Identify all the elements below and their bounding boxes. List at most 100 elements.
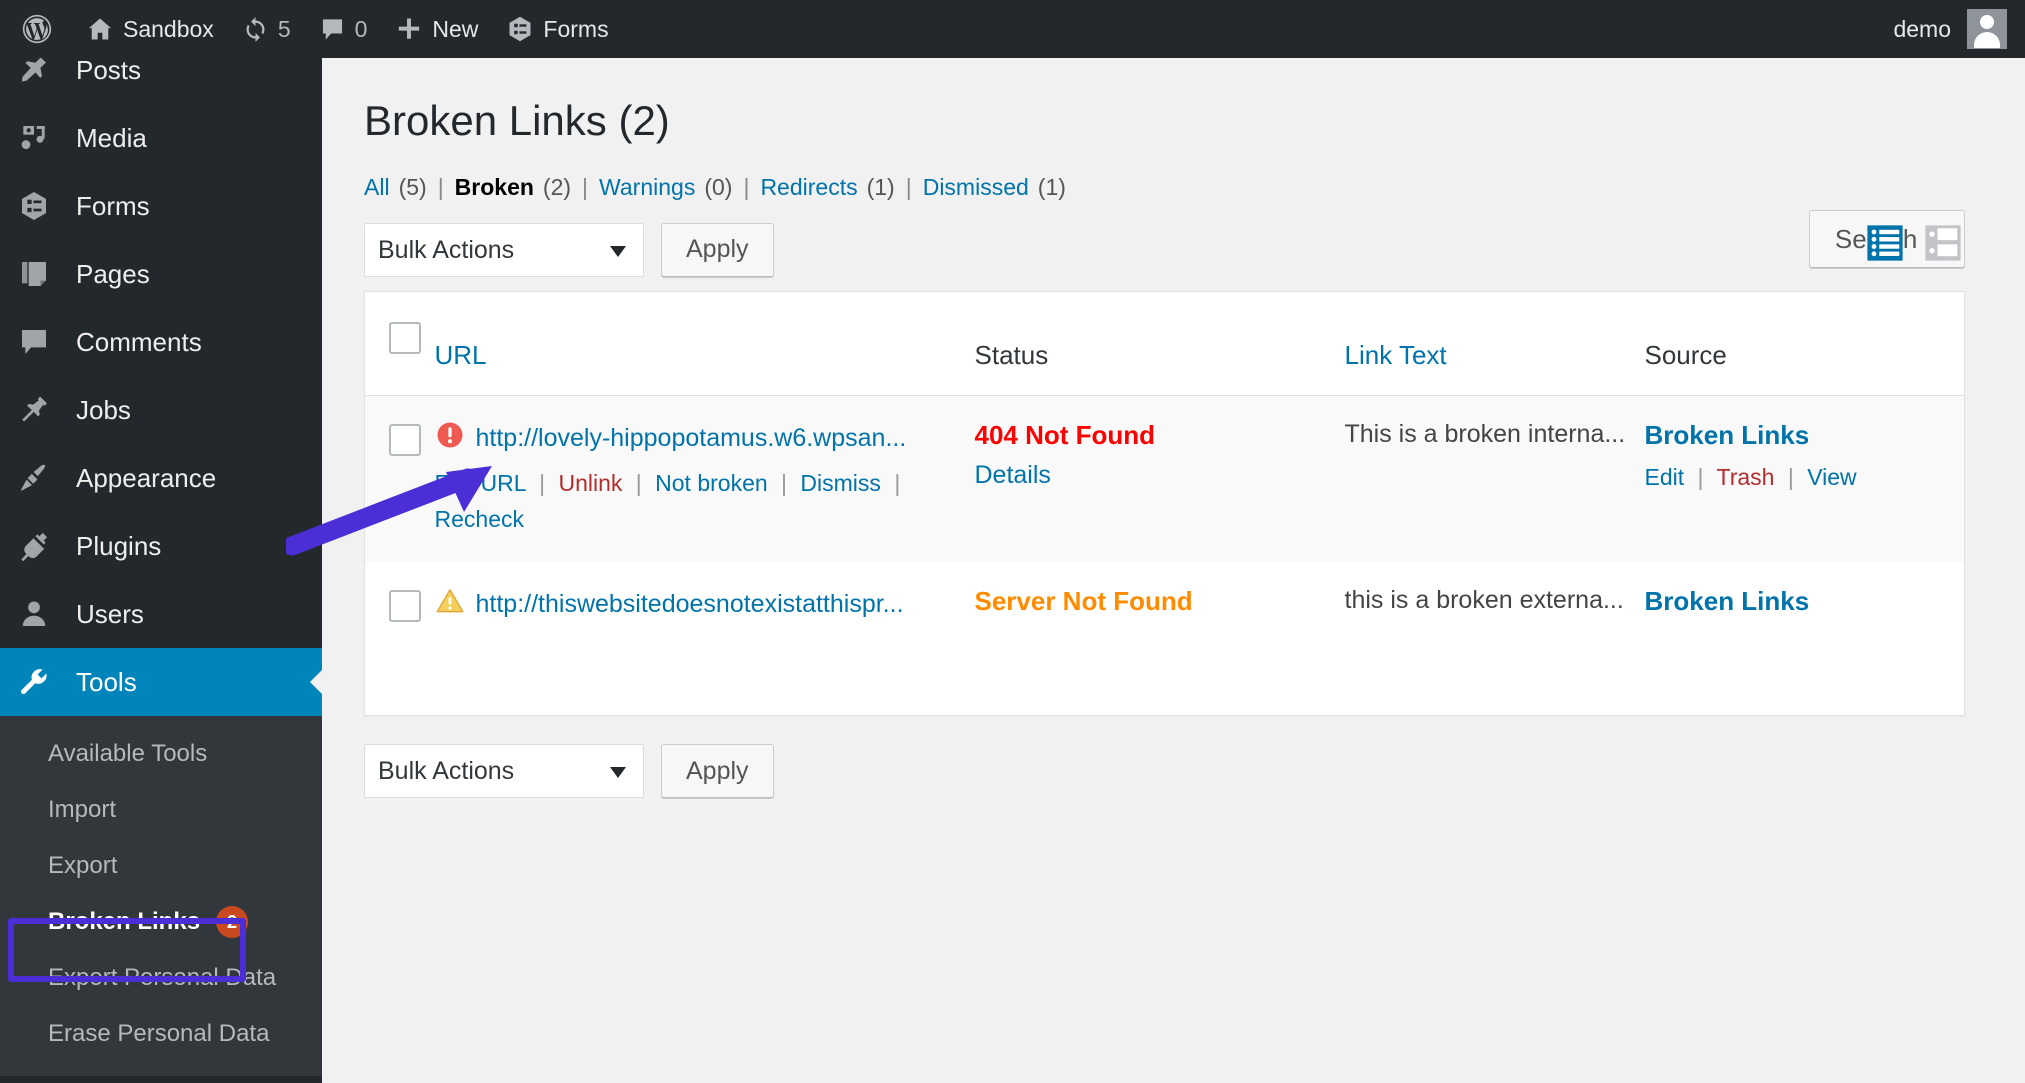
filter-separator: | [437,173,444,200]
table-header-row: URL Status Link Text Source [364,291,1965,396]
select-all-checkbox[interactable] [389,321,421,354]
excerpt-view-icon[interactable] [1921,221,1965,265]
sidebar-item-forms[interactable]: Forms [0,172,322,240]
source-action-separator: | [1697,463,1704,490]
comment-bubble-icon [319,16,346,43]
new-content-label: New [432,15,479,42]
filter-count-all: (5) [398,173,427,200]
error-icon [435,420,465,457]
sidebar-item-comments[interactable]: Comments [0,308,322,376]
filter-link-dismissed[interactable]: Dismissed [923,174,1029,201]
apply-button-top[interactable]: Apply [661,222,774,277]
new-content-menu[interactable]: New [381,0,492,58]
row-action-not-broken[interactable]: Not broken [655,470,768,496]
sidebar-item-jobs[interactable]: Jobs [0,376,322,444]
bulk-actions-select-top[interactable]: Bulk Actions [364,222,644,277]
forms-menu[interactable]: Forms [492,0,622,58]
user-icon [14,598,54,630]
my-account-menu[interactable]: demo [1893,9,2025,49]
admin-bar: Sandbox 5 0 New Forms demo [0,0,2025,58]
sidebar-item-export[interactable]: Export [0,838,322,894]
site-name-menu[interactable]: Sandbox [72,0,228,58]
table-head: URL Status Link Text Source [364,291,1965,396]
column-header-url: URL [434,291,975,396]
sidebar-item-export-personal-data[interactable]: Export Personal Data [0,950,322,1006]
row-checkbox[interactable] [389,423,421,456]
status-details: Details [975,461,1345,490]
sidebar-item-label: Forms [76,190,150,221]
forms-icon [14,190,54,222]
comment-bubble-icon [14,326,54,358]
row-status-cell: Server Not Found [975,562,1345,716]
sidebar-item-available-tools[interactable]: Available Tools [0,726,322,782]
filter-separator: | [905,173,912,200]
row-url-link[interactable]: http://thiswebsitedoesnotexistatthispr..… [476,590,904,619]
row-url-link[interactable]: http://lovely-hippopotamus.w6.wpsan... [476,424,907,453]
sidebar-item-erase-personal-data[interactable]: Erase Personal Data [0,1006,322,1062]
sidebar-item-import[interactable]: Import [0,782,322,838]
sidebar-item-users[interactable]: Users [0,580,322,648]
sidebar-item-appearance[interactable]: Appearance [0,444,322,512]
select-all-header [364,291,435,396]
plus-icon [395,15,423,43]
row-action-separator: | [539,469,546,496]
source-action-separator: | [1787,463,1794,490]
source-action-edit[interactable]: Edit [1645,464,1685,490]
filter-link-warnings[interactable]: Warnings [599,174,695,201]
media-icon [14,122,54,154]
updates-count: 5 [277,15,291,42]
sort-link-url[interactable]: URL [435,340,487,370]
details-link[interactable]: Details [975,461,1051,489]
row-status-cell: 404 Not Found Details [974,395,1345,563]
avatar [1967,9,2007,49]
row-checkbox[interactable] [389,590,421,623]
column-header-source: Source [1644,291,1965,396]
table-body: http://lovely-hippopotamus.w6.wpsan... E… [364,395,1965,716]
source-title-link[interactable]: Broken Links [1645,420,1810,450]
updates-menu[interactable]: 5 [228,0,305,58]
wrench-icon [14,666,54,698]
filter-link-all[interactable]: All [364,174,390,201]
column-header-link-text: Link Text [1344,291,1645,396]
source-title-link[interactable]: Broken Links [1645,586,1810,616]
wordpress-logo-icon [20,12,54,46]
submenu-item-label: Import [48,796,117,823]
site-name-label: Sandbox [123,15,214,42]
sidebar-item-label: Comments [76,326,202,357]
sidebar-item-plugins[interactable]: Plugins [0,512,322,580]
filter-count-redirects: (1) [866,173,895,200]
row-action-unlink[interactable]: Unlink [558,470,622,496]
sort-link-link-text[interactable]: Link Text [1345,340,1447,370]
sidebar-item-broken-links[interactable]: Broken Links 2 [0,894,322,950]
row-action-dismiss[interactable]: Dismiss [800,470,881,496]
list-view-icon[interactable] [1863,221,1907,265]
table-row: http://lovely-hippopotamus.w6.wpsan... E… [364,395,1965,563]
row-link-text-cell: This is a broken interna... [1344,395,1645,563]
column-header-status-label: Status [974,339,1049,370]
filter-separator: | [582,173,589,200]
pages-icon [14,258,54,290]
wordpress-logo-button[interactable] [0,0,72,58]
sidebar-item-pages[interactable]: Pages [0,240,322,308]
source-action-view[interactable]: View [1807,464,1856,490]
sidebar-item-tools[interactable]: Tools [0,648,323,716]
forms-label: Forms [543,15,609,42]
submenu-item-label: Broken Links [48,908,201,935]
sidebar-item-label: Posts [76,54,142,85]
apply-button-bottom[interactable]: Apply [661,744,774,799]
row-source-cell: Broken Links Edit | Trash | View [1644,395,1965,563]
row-action-recheck[interactable]: Recheck [435,506,524,532]
forms-icon [506,15,534,43]
row-action-edit-url[interactable]: Edit URL [435,470,526,496]
comments-menu[interactable]: 0 [305,0,382,58]
main-content: Broken Links (2) Search » All (5) | Brok… [322,58,2025,1083]
sidebar-item-media[interactable]: Media [0,104,322,172]
source-action-trash[interactable]: Trash [1717,464,1775,490]
filter-link-broken[interactable]: Broken [455,174,534,201]
plug-icon [14,530,54,562]
submenu-item-label: Available Tools [48,740,208,767]
filter-separator: | [743,173,750,200]
bulk-actions-select-bottom[interactable]: Bulk Actions [364,744,644,799]
filter-link-redirects[interactable]: Redirects [760,174,857,201]
row-url-cell: http://lovely-hippopotamus.w6.wpsan... E… [434,395,975,563]
